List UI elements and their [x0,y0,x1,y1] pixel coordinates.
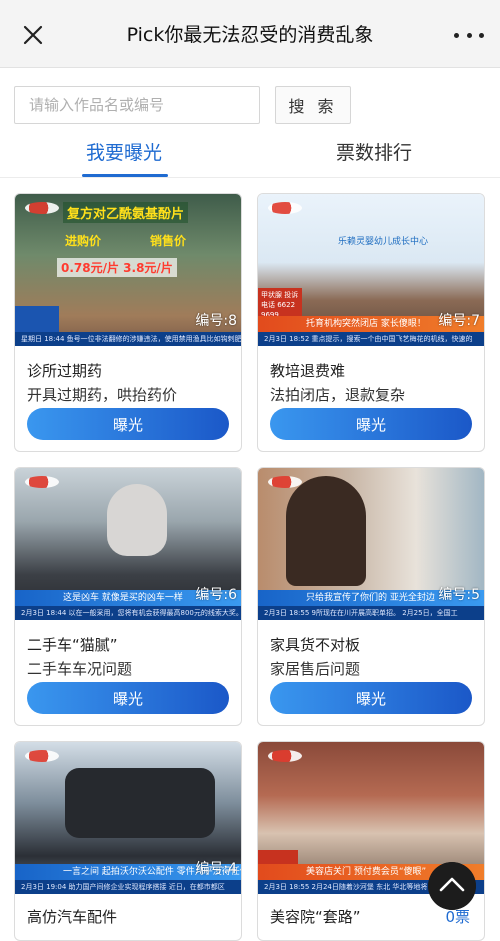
search-input[interactable] [14,86,260,124]
entry-card[interactable]: 只给我宣传了你们的 亚光全封边 2月3日 18:55 9所现在在川开展高职单招。… [257,467,485,726]
entry-description: 家居售后问题 [270,660,361,678]
channel-logo [25,202,59,214]
thumbnail-prices: 0.78元/片 3.8元/片 [57,258,177,277]
entry-card[interactable]: 一言之间 起拍沃尔沃公配件 零件几乎没得任何的 2月3日 19:04 助力国产间… [14,741,242,941]
entry-card[interactable]: 乐赖灵婴幼儿成长中心 甲状腺 投诉电话 6622 9699 托育机构突然闭店 家… [257,193,485,452]
expose-button[interactable]: 曝光 [270,682,472,714]
brake-pad-image [65,768,215,838]
entry-description: 开具过期药，哄抬药价 [27,386,178,404]
entry-card[interactable]: 美容店关门 预付费会员“傻眼” 2月3日 18:55 2月24日随着沙河堡 东北… [257,741,485,941]
entry-title: 诊所过期药 [27,362,103,380]
news-badge: 甲状腺 投诉电话 6622 9699 [258,288,302,319]
entry-number: 编号:7 [438,313,480,329]
video-thumbnail[interactable]: 乐赖灵婴幼儿成长中心 甲状腺 投诉电话 6622 9699 托育机构突然闭店 家… [258,194,484,346]
news-ticker: 2月3日 18:52 重点提示，搜索一个由中国飞艺梅花的机线，快速的 [258,332,484,346]
news-badge [258,850,298,864]
news-ticker: 2月3日 18:55 9所现在在川开展高职单招。 2月25日，全国工 [258,606,484,620]
video-thumbnail[interactable]: 复方对乙酰氨基酚片 进购价 销售价 0.78元/片 3.8元/片 星期日 18:… [15,194,241,346]
entry-title: 高仿汽车配件 [27,908,118,926]
expose-button[interactable]: 曝光 [27,682,229,714]
video-thumbnail[interactable]: 只给我宣传了你们的 亚光全封边 2月3日 18:55 9所现在在川开展高职单招。… [258,468,484,620]
person-silhouette [286,476,366,586]
entry-description: 法拍闭店，退款复杂 [270,386,406,404]
entry-number: 编号:4 [195,861,237,877]
video-thumbnail[interactable]: 这是凶车 就像是买的凶车一样 2月3日 18:44 以在一般采用，您将有机会获得… [15,468,241,620]
entry-title: 教培退费难 [270,362,346,380]
dot-icon [479,32,484,38]
search-button[interactable]: 搜 索 [275,86,351,124]
news-ticker: 星期日 18:44 鱼号一位非法翻修的涉嫌违法，使用禁用渔具比如钩刺肥料 [15,332,241,346]
channel-logo [268,476,302,488]
channel-logo [268,202,302,214]
active-tab-indicator [82,174,168,177]
entry-number: 编号:6 [195,587,237,603]
dot-icon [454,32,459,38]
top-bar: Pick你最无法忍受的消费乱象 [0,0,500,68]
entry-title: 二手车“猫腻” [27,636,118,654]
video-thumbnail[interactable]: 一言之间 起拍沃尔沃公配件 零件几乎没得任何的 2月3日 19:04 助力国产间… [15,742,241,894]
thumbnail-headline: 复方对乙酰氨基酚片 [63,202,189,223]
entry-number: 编号:8 [195,313,237,329]
expose-button[interactable]: 曝光 [27,408,229,440]
person-silhouette [107,484,167,556]
tab-ranking[interactable]: 票数排行 [336,138,412,165]
channel-logo [25,750,59,762]
thumbnail-price-out: 销售价 [150,234,187,248]
entry-title: 家具货不对板 [270,636,361,654]
channel-logo [25,476,59,488]
entry-title: 美容院“套路” [270,908,361,926]
channel-logo [268,750,302,762]
entry-number: 编号:5 [438,587,480,603]
thumbnail-headline: 乐赖灵婴幼儿成长中心 [338,237,429,247]
dot-icon [466,32,472,38]
entry-card[interactable]: 复方对乙酰氨基酚片 进购价 销售价 0.78元/片 3.8元/片 星期日 18:… [14,193,242,452]
page-title: Pick你最无法忍受的消费乱象 [126,24,374,46]
scroll-top-icon[interactable] [428,862,476,910]
tab-expose[interactable]: 我要曝光 [86,138,162,165]
news-badge [15,306,59,332]
thumbnail-price-in: 进购价 [65,234,102,248]
entry-description: 二手车车况问题 [27,660,133,678]
entry-card[interactable]: 这是凶车 就像是买的凶车一样 2月3日 18:44 以在一般采用，您将有机会获得… [14,467,242,726]
news-ticker: 2月3日 19:04 助力国产间修企业实现程序搭接 近日，在都市都区 [15,880,241,894]
news-ticker: 2月3日 18:44 以在一般采用，您将有机会获得最高800元的线索大奖。 [15,606,241,620]
more-icon[interactable] [454,20,484,50]
tab-bar: 我要曝光 票数排行 [0,130,500,178]
expose-button[interactable]: 曝光 [270,408,472,440]
